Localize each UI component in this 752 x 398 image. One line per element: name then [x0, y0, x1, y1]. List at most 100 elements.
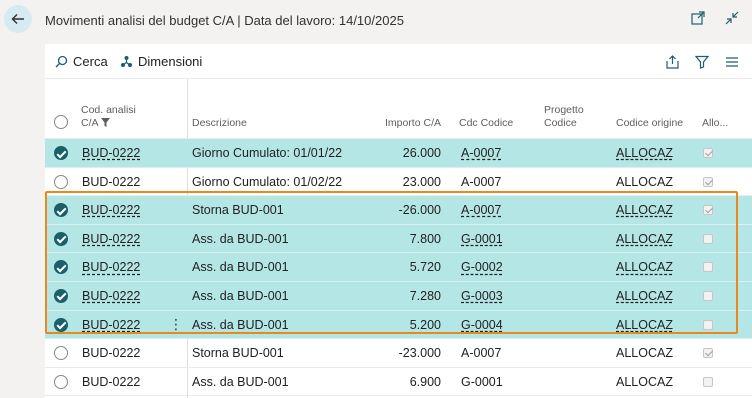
budget-cell[interactable]: BUD-0222 [82, 346, 140, 360]
allocation-checkbox [703, 148, 713, 158]
column-header-description[interactable]: Descrizione [192, 117, 247, 130]
column-header-project[interactable]: Progetto Codice [544, 104, 594, 130]
row-select-checkbox[interactable] [54, 203, 68, 218]
table-row[interactable]: BUD-0222 Storna BUD-001 -23.000 A-0007 ALLOC… [45, 339, 752, 368]
row-select-checkbox[interactable] [54, 317, 68, 332]
cdc-cell[interactable]: G-0001 [461, 232, 503, 246]
cdc-cell[interactable]: G-0001 [461, 375, 503, 389]
filter-icon[interactable] [694, 54, 710, 70]
back-button[interactable] [4, 5, 32, 33]
table-row[interactable]: BUD-0222 Storna BUD-001 -26.000 A-0007 ALLOC… [45, 196, 752, 225]
search-icon [55, 55, 68, 68]
cdc-cell[interactable]: A-0007 [461, 175, 501, 189]
allocation-checkbox [703, 290, 713, 301]
column-header-budget[interactable]: Cod. analisi C/A [81, 104, 151, 130]
table-row[interactable]: BUD-0222 Ass. da BUD-001 7.280 G-0003 ALLOCA… [45, 281, 752, 311]
page-title: Movimenti analisi del budget C/A | Data … [45, 13, 404, 28]
description-cell: Giorno Cumulato: 01/01/22 [192, 146, 343, 160]
origin-cell[interactable]: ALLOCAZ [616, 375, 673, 389]
grid-body: BUD-0222 Giorno Cumulato: 01/01/22 26.000 A… [45, 139, 752, 397]
description-cell: Ass. da BUD-001 [192, 231, 289, 246]
allocation-checkbox [703, 205, 713, 216]
table-row[interactable]: BUD-0222 Giorno Cumulato: 01/02/22 23.000 A… [45, 168, 752, 197]
column-header-allocation[interactable]: Allo... [702, 117, 728, 130]
row-select-checkbox[interactable] [54, 374, 68, 389]
column-header-amount[interactable]: Importo C/A [371, 117, 441, 130]
share-icon[interactable] [664, 54, 680, 70]
origin-cell[interactable]: ALLOCAZ [616, 318, 673, 332]
amount-cell: -23.000 [398, 346, 441, 361]
budget-cell[interactable]: BUD-0222 [82, 260, 140, 274]
cdc-cell[interactable]: A-0007 [461, 203, 501, 217]
search-button[interactable]: Cerca [55, 54, 108, 69]
allocation-checkbox [703, 376, 713, 387]
row-select-checkbox[interactable] [54, 231, 68, 246]
allocation-checkbox [703, 262, 713, 273]
description-cell: Storna BUD-001 [192, 346, 284, 361]
allocation-checkbox [703, 348, 713, 359]
column-header-origin[interactable]: Codice origine [616, 117, 683, 130]
amount-cell: 6.900 [409, 374, 441, 389]
column-header-cdc[interactable]: Cdc Codice [459, 117, 513, 130]
budget-cell[interactable]: BUD-0222 [82, 203, 140, 217]
arrow-left-icon [11, 14, 24, 24]
allocation-checkbox [703, 176, 713, 187]
amount-cell: 26.000 [402, 146, 441, 160]
row-select-checkbox[interactable] [54, 146, 68, 160]
allocation-checkbox [703, 233, 713, 244]
top-bar: Movimenti analisi del budget C/A | Data … [0, 0, 752, 44]
budget-cell[interactable]: BUD-0222 [82, 375, 140, 389]
amount-cell: 5.720 [409, 260, 441, 275]
table-row[interactable]: BUD-0222 Ass. da BUD-001 5.720 G-0002 ALLOCA… [45, 253, 752, 282]
row-select-checkbox[interactable] [54, 346, 68, 361]
dimensions-icon [121, 56, 132, 67]
grid-header: Cod. analisi C/A Descrizione Importo C/A… [45, 79, 752, 139]
description-cell: Ass. da BUD-001 [192, 317, 289, 332]
origin-cell[interactable]: ALLOCAZ [616, 175, 673, 189]
row-select-checkbox[interactable] [54, 260, 68, 275]
budget-cell[interactable]: BUD-0222 [82, 289, 140, 303]
budget-cell[interactable]: BUD-0222 [82, 175, 140, 189]
amount-cell: 7.280 [409, 288, 441, 303]
origin-cell[interactable]: ALLOCAZ [616, 289, 673, 303]
amount-cell: 5.200 [409, 317, 441, 332]
cdc-cell[interactable]: G-0004 [461, 318, 503, 332]
budget-cell[interactable]: BUD-0222 [82, 146, 140, 160]
cdc-cell[interactable]: A-0007 [461, 146, 501, 160]
description-cell: Ass. da BUD-001 [192, 260, 289, 275]
amount-cell: 23.000 [402, 174, 441, 189]
origin-cell[interactable]: ALLOCAZ [616, 146, 673, 160]
table-row[interactable]: BUD-0222 Ass. da BUD-001 7.800 G-0001 ALLOCA… [45, 224, 752, 254]
cdc-cell[interactable]: A-0007 [461, 346, 501, 360]
origin-cell[interactable]: ALLOCAZ [616, 260, 673, 274]
data-grid: Cod. analisi C/A Descrizione Importo C/A… [45, 79, 752, 397]
amount-cell: -26.000 [398, 203, 441, 218]
description-cell: Ass. da BUD-001 [192, 374, 289, 389]
dimensions-button[interactable]: Dimensioni [120, 54, 202, 69]
row-select-checkbox[interactable] [54, 288, 68, 303]
table-row[interactable]: BUD-0222 Ass. da BUD-001 6.900 G-0001 ALLOCA… [45, 368, 752, 397]
collapse-icon[interactable] [724, 10, 740, 26]
search-label: Cerca [73, 54, 108, 69]
allocation-checkbox [703, 319, 713, 330]
open-new-window-icon[interactable] [690, 10, 706, 26]
filter-icon [100, 118, 110, 127]
budget-cell[interactable]: BUD-0222 [82, 232, 140, 246]
cdc-cell[interactable]: G-0003 [461, 289, 503, 303]
description-cell: Storna BUD-001 [192, 203, 284, 218]
list-view-icon[interactable] [724, 54, 740, 70]
origin-cell[interactable]: ALLOCAZ [616, 346, 673, 360]
select-all-checkbox[interactable] [54, 115, 68, 129]
origin-cell[interactable]: ALLOCAZ [616, 203, 673, 217]
cdc-cell[interactable]: G-0002 [461, 260, 503, 274]
dimensions-label: Dimensioni [138, 54, 203, 69]
description-cell: Giorno Cumulato: 01/02/22 [192, 174, 343, 189]
table-row[interactable]: BUD-0222 Giorno Cumulato: 01/01/22 26.000 A… [45, 139, 752, 168]
row-menu-icon[interactable]: ⋮ [169, 316, 183, 333]
action-bar: Cerca Dimensioni [45, 44, 752, 78]
row-select-checkbox[interactable] [54, 174, 68, 189]
table-row[interactable]: BUD-0222 ⋮ Ass. da BUD-001 5.200 G-0004 ALLOC… [45, 310, 752, 340]
amount-cell: 7.800 [409, 231, 441, 246]
budget-cell[interactable]: BUD-0222 [82, 318, 140, 332]
origin-cell[interactable]: ALLOCAZ [616, 232, 673, 246]
